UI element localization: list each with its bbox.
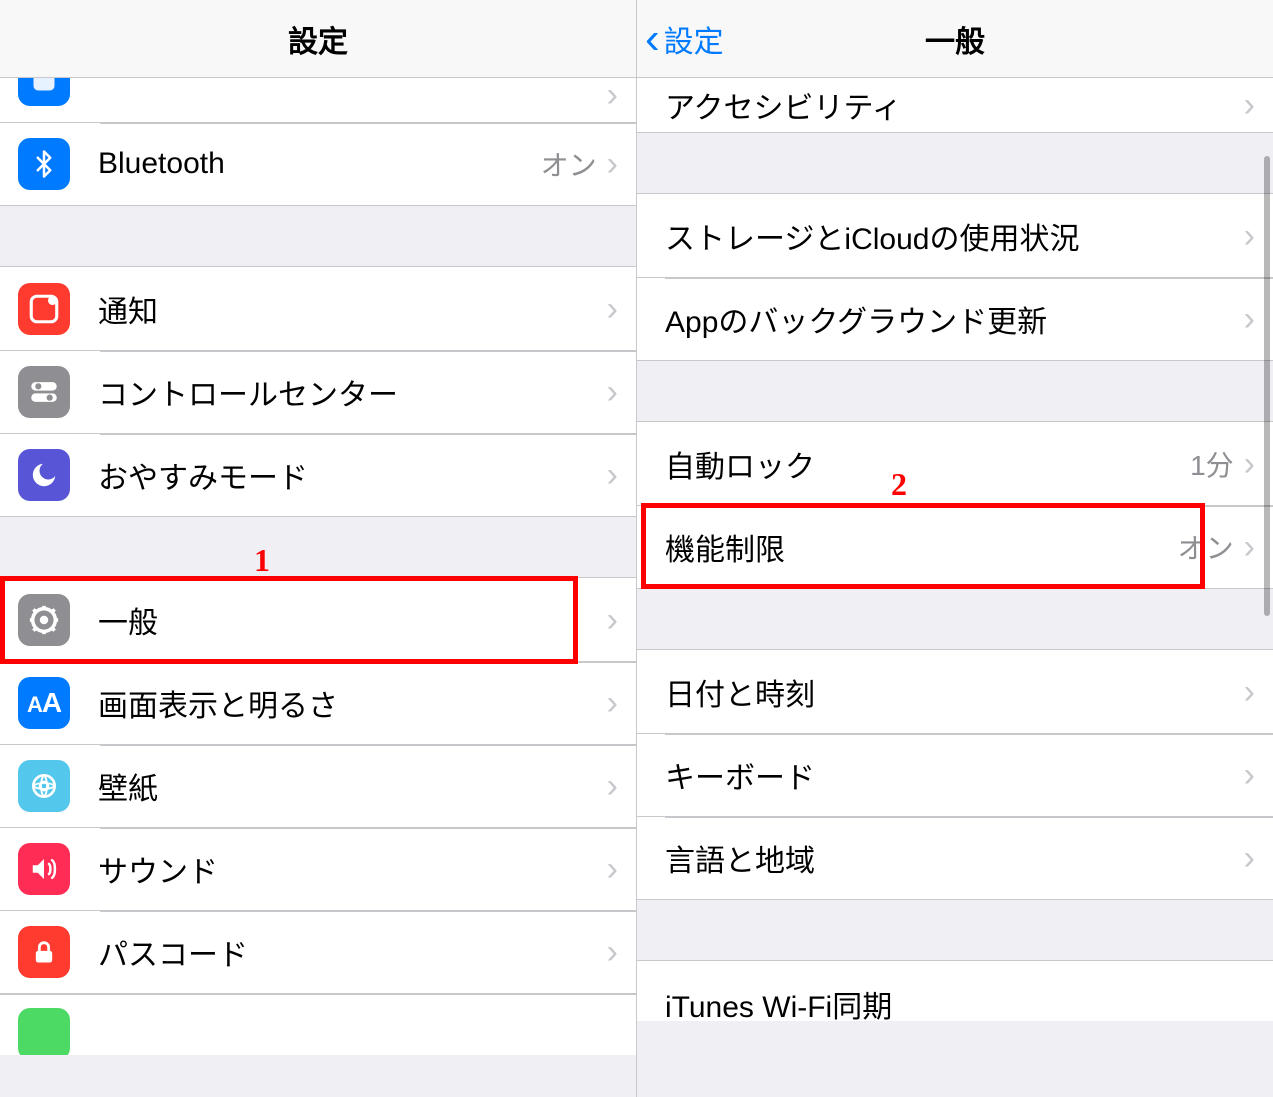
chevron-right-icon: › (607, 292, 618, 326)
chevron-right-icon: › (607, 147, 618, 181)
row-storage-icloud[interactable]: ストレージとiCloudの使用状況 › (637, 194, 1273, 277)
moon-icon (18, 449, 70, 501)
row-label: Bluetooth (98, 147, 541, 181)
settings-detail-pane: ‹ 設定 一般 アクセシビリティ › ストレージとiCloudの使用状況 › (637, 0, 1273, 1097)
row-sounds[interactable]: サウンド › (0, 827, 636, 910)
row-language-region[interactable]: 言語と地域 › (637, 816, 1273, 899)
row-value: オン (1178, 527, 1234, 567)
row-accessibility[interactable]: アクセシビリティ › (637, 78, 1273, 132)
privacy-icon (18, 1008, 70, 1055)
wallpaper-icon (18, 760, 70, 812)
chevron-right-icon: › (1244, 88, 1255, 122)
back-button[interactable]: ‹ 設定 (645, 0, 724, 77)
row-date-time[interactable]: 日付と時刻 › (637, 650, 1273, 733)
chevron-right-icon: › (1244, 302, 1255, 336)
row-label: 壁紙 (98, 764, 607, 808)
back-label: 設定 (664, 17, 724, 61)
row-partial-app[interactable]: › (0, 78, 636, 122)
notifications-icon (18, 283, 70, 335)
row-keyboard[interactable]: キーボード › (637, 733, 1273, 816)
row-background-refresh[interactable]: Appのバックグラウンド更新 › (637, 277, 1273, 360)
row-label: パスコード (98, 930, 607, 974)
lock-icon (18, 926, 70, 978)
row-control-center[interactable]: コントロールセンター › (0, 350, 636, 433)
chevron-left-icon: ‹ (645, 17, 660, 61)
row-value: 1分 (1190, 444, 1234, 484)
row-label: Appのバックグラウンド更新 (665, 297, 1244, 341)
row-wallpaper[interactable]: 壁紙 › (0, 744, 636, 827)
row-label: ストレージとiCloudの使用状況 (665, 214, 1244, 258)
chevron-right-icon: › (607, 603, 618, 637)
row-label: キーボード (665, 753, 1244, 797)
row-label: 一般 (98, 598, 607, 642)
bluetooth-icon (18, 138, 70, 190)
row-label: サウンド (98, 847, 607, 891)
row-partial-bottom[interactable] (0, 995, 636, 1055)
row-value: オン (541, 144, 597, 184)
chevron-right-icon: › (1244, 841, 1255, 875)
scrollbar-indicator (1264, 156, 1270, 616)
gear-icon (18, 594, 70, 646)
settings-master-pane: 設定 › Bluetooth オン (0, 0, 637, 1097)
row-label: 通知 (98, 287, 607, 331)
chevron-right-icon: › (607, 78, 618, 112)
row-itunes-wifi-sync[interactable]: iTunes Wi-Fi同期 (637, 961, 1273, 1021)
chevron-right-icon: › (1244, 219, 1255, 253)
left-header-title: 設定 (288, 17, 348, 61)
chevron-right-icon: › (607, 375, 618, 409)
left-header: 設定 (0, 0, 636, 78)
right-header: ‹ 設定 一般 (637, 0, 1273, 78)
control-center-icon (18, 366, 70, 418)
row-general[interactable]: 一般 › (0, 578, 636, 661)
chevron-right-icon: › (1244, 758, 1255, 792)
row-label: 言語と地域 (665, 836, 1244, 880)
row-label: iTunes Wi-Fi同期 (665, 982, 1255, 1021)
row-bluetooth[interactable]: Bluetooth オン › (0, 122, 636, 205)
right-scroll[interactable]: アクセシビリティ › ストレージとiCloudの使用状況 › Appのバックグラ… (637, 78, 1273, 1097)
chevron-right-icon: › (1244, 530, 1255, 564)
chevron-right-icon: › (607, 935, 618, 969)
row-do-not-disturb[interactable]: おやすみモード › (0, 433, 636, 516)
row-label: 画面表示と明るさ (98, 681, 607, 725)
row-restrictions[interactable]: 機能制限 オン › (637, 505, 1273, 588)
speaker-icon (18, 843, 70, 895)
row-label: 機能制限 (665, 525, 1178, 569)
row-label: 日付と時刻 (665, 670, 1244, 714)
chevron-right-icon: › (607, 686, 618, 720)
chevron-right-icon: › (1244, 675, 1255, 709)
row-display-brightness[interactable]: AA 画面表示と明るさ › (0, 661, 636, 744)
chevron-right-icon: › (607, 458, 618, 492)
right-header-title: 一般 (925, 17, 985, 61)
chevron-right-icon: › (1244, 447, 1255, 481)
chevron-right-icon: › (607, 852, 618, 886)
app-icon (18, 78, 70, 106)
row-label: おやすみモード (98, 453, 607, 497)
left-scroll[interactable]: › Bluetooth オン › 通知 (0, 78, 636, 1097)
row-auto-lock[interactable]: 自動ロック 1分 › (637, 422, 1273, 505)
row-passcode[interactable]: パスコード › (0, 910, 636, 993)
row-label: アクセシビリティ (665, 83, 1244, 127)
chevron-right-icon: › (607, 769, 618, 803)
text-size-icon: AA (18, 677, 70, 729)
row-label: 自動ロック (665, 442, 1190, 486)
row-notifications[interactable]: 通知 › (0, 267, 636, 350)
row-label: コントロールセンター (98, 370, 607, 414)
